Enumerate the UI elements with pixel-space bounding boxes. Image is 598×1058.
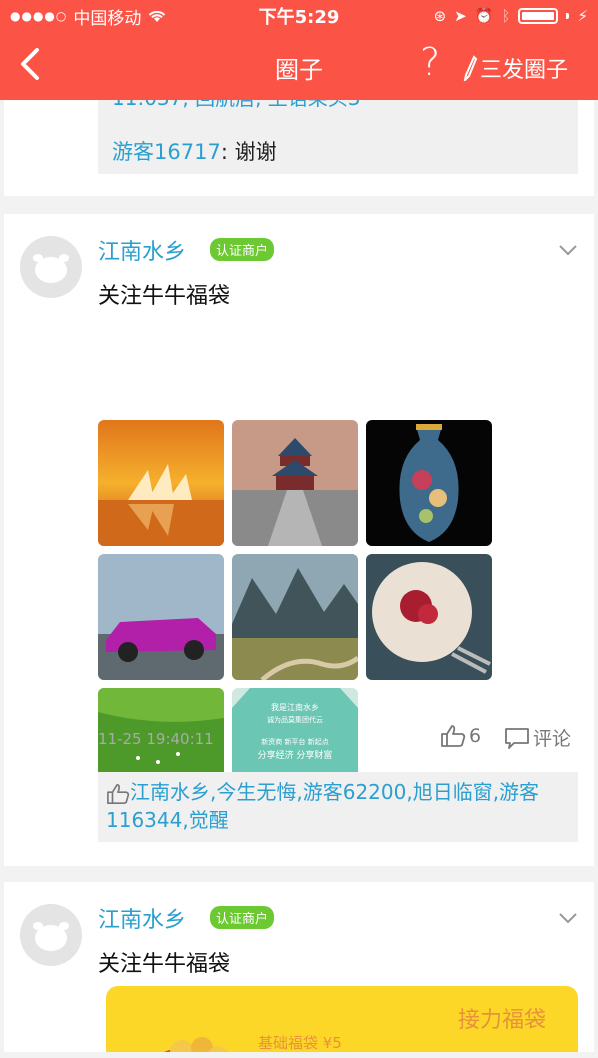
chevron-down-icon-2[interactable] (558, 912, 578, 924)
signal-icon: ●●●●○ (10, 9, 68, 23)
bottom-edge (4, 1052, 594, 1058)
image-temple-of-heaven[interactable] (232, 420, 358, 546)
verified-merchant-badge: 认证商户 (210, 238, 275, 261)
comment-user[interactable]: 游客16717 (112, 140, 221, 164)
location-icon: ➤ (454, 7, 467, 25)
like-button[interactable]: 6 (440, 724, 481, 748)
post-label: 三发圈子 (479, 58, 568, 83)
avatar[interactable] (20, 236, 82, 298)
back-arrow-icon[interactable] (16, 46, 46, 82)
likes-names[interactable]: 江南水乡,今生无悔,游客62200,旭日临窗,游客116344,觉醒 (106, 780, 539, 832)
post-text: 关注牛牛福袋 (98, 284, 231, 309)
thumbs-up-icon (441, 725, 466, 747)
thumbs-up-small-icon (107, 783, 130, 804)
pen-icon (463, 55, 478, 81)
orientation-lock-icon: ⊛ (433, 7, 447, 25)
banner-title: 接力福袋 (457, 1008, 546, 1033)
post-circle-button[interactable]: 三发圈子 (462, 52, 568, 84)
charging-icon: ⚡ (577, 7, 588, 25)
likes-list: 江南水乡,今生无悔,游客62200,旭日临窗,游客116344,觉醒 (98, 772, 578, 842)
avatar-2[interactable] (20, 904, 82, 966)
top-bar: ●●●●○ 中国移动 下午5:29 ⊛ ➤ ⏰ ᛒ ⚡ 圈子 ? 三发圈子 (0, 0, 598, 100)
comment-label: 评论 (533, 728, 572, 750)
status-bar: ●●●●○ 中国移动 下午5:29 ⊛ ➤ ⏰ ᛒ ⚡ (0, 0, 598, 32)
post-username-2[interactable]: 江南水乡 (98, 902, 186, 934)
poster-line2: 诚为品莫集团代云 (267, 715, 323, 724)
post-card-partial: 11:037, 回航居, 王语果头3 游客16717: 谢谢 (4, 100, 594, 196)
comment-box: 11:037, 回航居, 王语果头3 游客16717: 谢谢 (98, 100, 578, 174)
image-sydney-opera-house[interactable] (98, 420, 224, 546)
comment-item[interactable]: 游客16717: 谢谢 (112, 136, 277, 166)
battery-cap (566, 13, 570, 19)
comment-button[interactable]: 评论 (504, 724, 571, 751)
poster-line1: 我是江南水乡 (271, 702, 319, 712)
verified-merchant-badge-2: 认证商户 (210, 906, 275, 929)
comment-text: 谢谢 (234, 140, 277, 164)
navigation-bar: 圈子 ? 三发圈子 (0, 32, 598, 100)
image-mountain-valley[interactable] (232, 554, 358, 680)
default-avatar-icon (20, 236, 82, 298)
banner-subtitle: 基础福袋 ¥5 (258, 1034, 342, 1052)
poster-line4: 分享经济 分享财富 (258, 749, 333, 761)
alarm-icon: ⏰ (474, 7, 494, 25)
post-text-2: 关注牛牛福袋 (98, 952, 231, 977)
image-purple-car[interactable] (98, 554, 224, 680)
battery-icon (518, 8, 559, 24)
default-avatar-icon-2 (20, 904, 82, 966)
post-username[interactable]: 江南水乡 (98, 234, 186, 266)
chevron-down-icon[interactable] (558, 244, 578, 256)
bluetooth-icon: ᛒ (501, 7, 511, 25)
lucky-bag-banner[interactable]: 接力福袋 基础福袋 ¥5 (106, 986, 578, 1058)
image-cloisonne-vase[interactable] (366, 420, 492, 546)
comment-separator: : (220, 140, 228, 164)
comment-bubble-icon (505, 727, 529, 749)
post-card-2: 江南水乡 认证商户 关注牛牛福袋 接力福袋 基础福袋 ¥5 (4, 882, 594, 1058)
post-timestamp: 11-25 19:40:11 (98, 730, 214, 748)
carrier-label: 中国移动 (73, 8, 142, 29)
wifi-icon (149, 10, 166, 22)
post-card: 江南水乡 认证商户 关注牛牛福袋 我是江南水乡 诚为品莫集团代云 新资商 新平台… (4, 214, 594, 866)
poster-line3: 新资商 新平台 新起点 (261, 737, 328, 746)
feed[interactable]: 11:037, 回航居, 王语果头3 游客16717: 谢谢 江南水乡 认证商户… (4, 100, 594, 1058)
help-button[interactable]: ? (420, 40, 440, 84)
like-count: 6 (469, 725, 482, 747)
image-berry-cake[interactable] (366, 554, 492, 680)
comment-cut-line: 11:037, 回航居, 王语果头3 (112, 100, 361, 111)
